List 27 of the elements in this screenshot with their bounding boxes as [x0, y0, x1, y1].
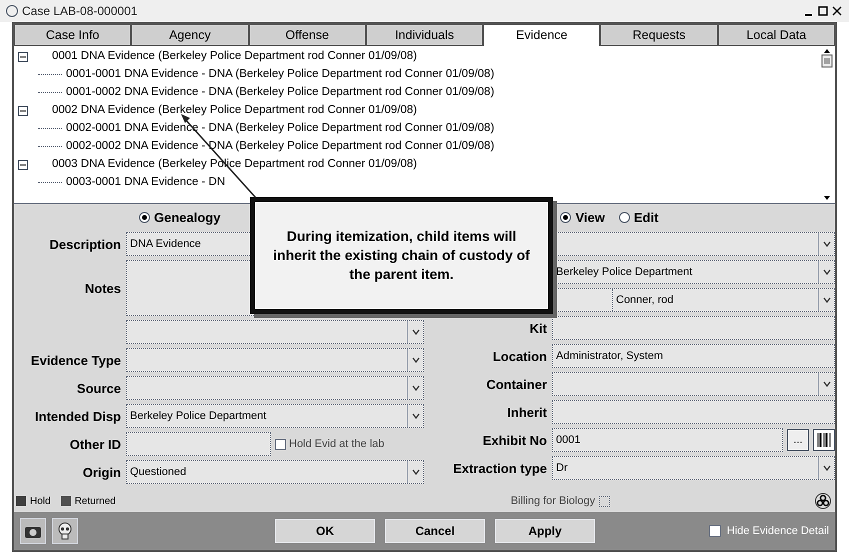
field-label: Evidence Type	[30, 352, 121, 370]
field-label: Location	[492, 348, 547, 366]
field-label: Extraction type	[453, 460, 547, 478]
field-value: Questioned	[129, 465, 186, 480]
field-value: Berkeley Police Department	[555, 265, 692, 280]
field-value: Conner, rod	[615, 293, 674, 308]
field-label: Inherit	[507, 404, 547, 422]
field-label: Source	[76, 380, 121, 398]
field-value: DNA Evidence	[129, 237, 201, 252]
field-value: Berkeley Police Department	[129, 409, 266, 424]
field-label: Other ID	[70, 436, 121, 454]
field-value: Administrator, System	[555, 349, 663, 364]
checkbox-label: Hide Evidence Detail	[726, 524, 829, 539]
field-label: Kit	[530, 320, 547, 338]
field-label: Container	[486, 376, 547, 394]
field-label: Notes	[84, 280, 121, 298]
legend-label: Returned	[74, 494, 116, 509]
legend-label: Hold	[30, 494, 51, 509]
field-label: Intended Disp	[35, 408, 121, 426]
field-value: Dr	[555, 461, 568, 476]
checkbox-label: Billing for Biology	[510, 494, 596, 510]
field-label: Description	[49, 236, 121, 254]
field-value: 0001	[555, 433, 580, 448]
field-label: Origin	[82, 464, 121, 482]
window-title: Case LAB-08-000001	[22, 3, 138, 20]
checkbox-label: Hold Evid at the lab	[289, 437, 384, 452]
field-label: Exhibit No	[482, 432, 547, 450]
